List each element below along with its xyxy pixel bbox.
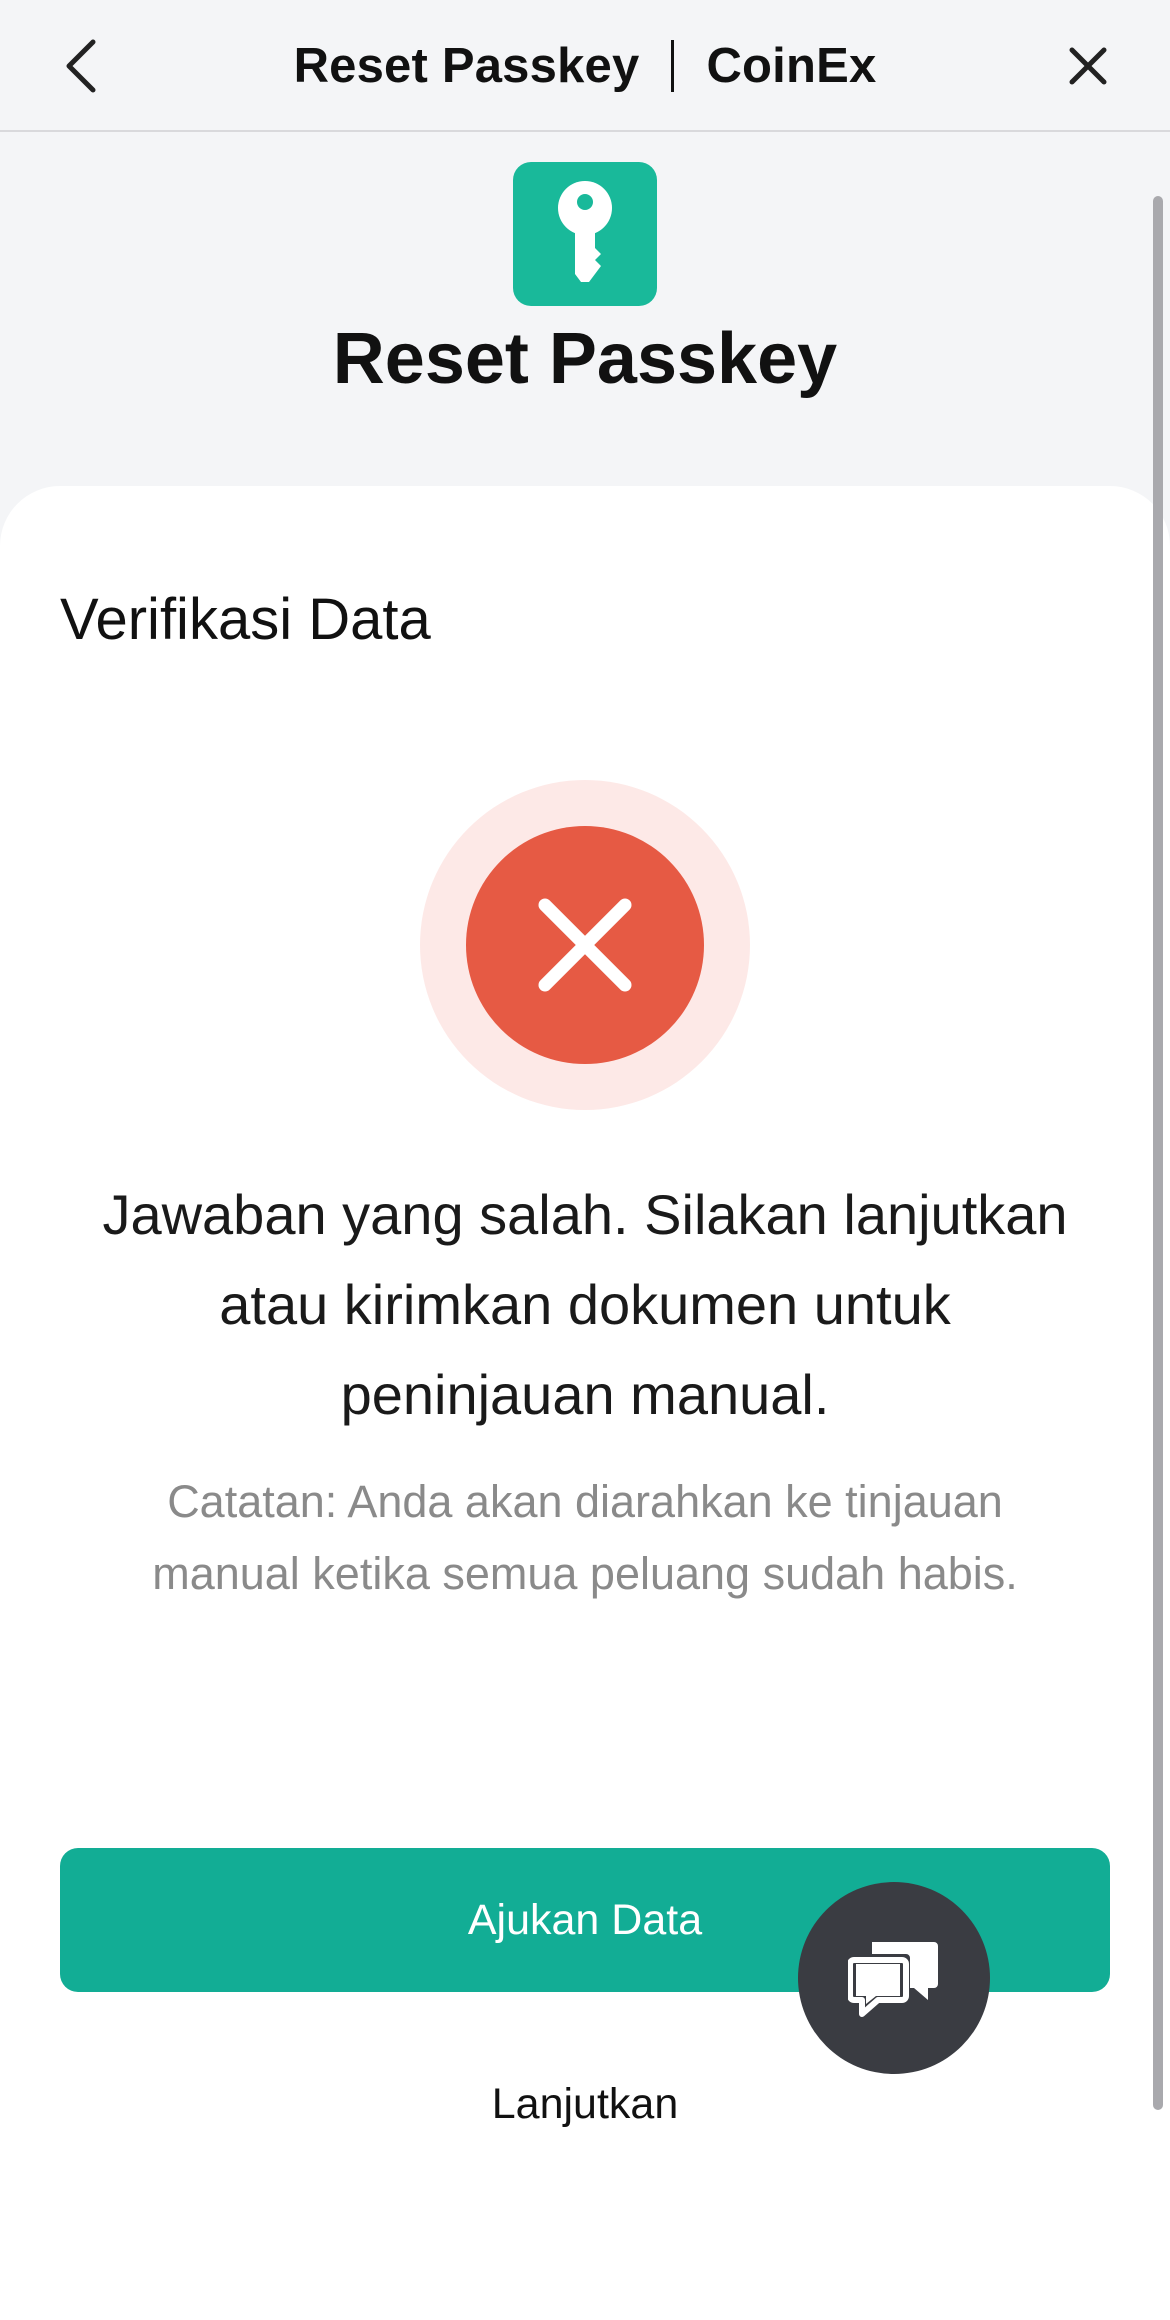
nav-title-brand: CoinEx bbox=[706, 39, 877, 93]
scrollbar-thumb[interactable] bbox=[1153, 196, 1163, 2110]
close-icon bbox=[1069, 47, 1107, 85]
continue-link[interactable]: Lanjutkan bbox=[0, 2080, 1170, 2129]
submit-data-label: Ajukan Data bbox=[467, 1895, 703, 1944]
error-status-circle bbox=[466, 826, 704, 1064]
title-divider bbox=[671, 40, 675, 92]
scrollbar[interactable] bbox=[1153, 196, 1163, 2110]
chat-bubbles-icon bbox=[848, 1942, 938, 2017]
verification-card: Verifikasi Data Jawaban yang salah. Sila… bbox=[0, 486, 1170, 2320]
page-title: Reset Passkey bbox=[332, 319, 838, 399]
support-chat-button[interactable] bbox=[798, 1882, 990, 2074]
page: Reset Passkey CoinEx Reset Passkey Verif… bbox=[0, 0, 1170, 2320]
close-button[interactable] bbox=[1058, 36, 1118, 96]
key-badge bbox=[513, 162, 657, 306]
nav-title-page: Reset Passkey bbox=[293, 39, 640, 93]
section-title: Verifikasi Data bbox=[60, 587, 431, 652]
status-message: Jawaban yang salah. Silakan lanjutkan at… bbox=[102, 1183, 1068, 1426]
key-icon bbox=[558, 181, 612, 282]
status-note: Catatan: Anda akan diarahkan ke tinjauan… bbox=[152, 1476, 1018, 1599]
error-x-icon bbox=[538, 898, 632, 992]
top-navigation-bar: Reset Passkey CoinEx bbox=[0, 0, 1170, 132]
nav-title: Reset Passkey CoinEx bbox=[0, 0, 1170, 132]
